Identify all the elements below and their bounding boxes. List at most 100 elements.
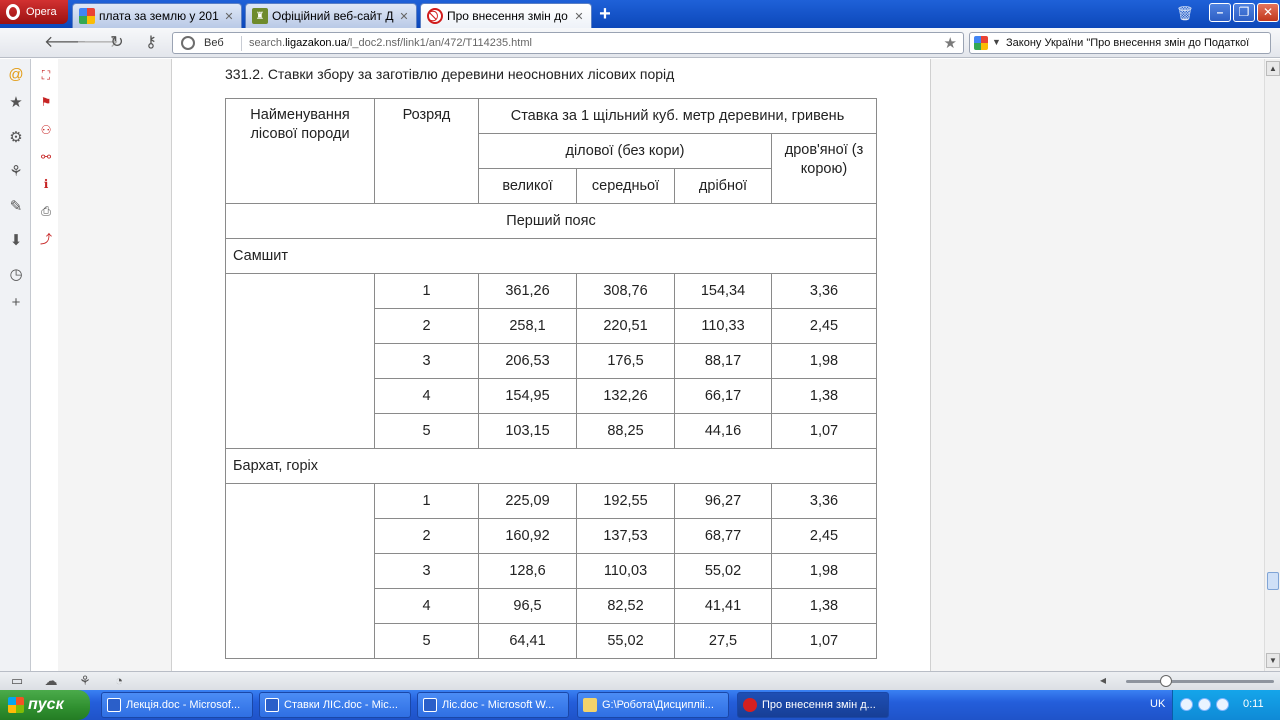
info-icon[interactable]: ℹ <box>38 176 54 192</box>
links-icon[interactable]: ⚯ <box>38 149 54 165</box>
address-separator <box>241 36 242 51</box>
mail-icon[interactable]: @ <box>7 65 25 83</box>
history-clock-icon[interactable]: ◷ <box>7 265 25 283</box>
network-icon[interactable] <box>1198 698 1211 711</box>
tab-title: плата за землю у 2012 ... <box>99 9 219 23</box>
cell-firewood: 1,98 <box>771 553 877 589</box>
cell-medium: 192,55 <box>576 483 675 519</box>
reload-button[interactable]: ↻ <box>107 34 127 52</box>
cell-firewood: 1,38 <box>771 378 877 414</box>
header-species: Найменування лісової породи <box>225 98 375 204</box>
cell-medium: 137,53 <box>576 518 675 554</box>
structure-icon[interactable]: ⚇ <box>38 122 54 138</box>
header-large: великої <box>478 168 577 204</box>
taskbar-item-lecture-doc[interactable]: Лекція.doc - Microsof... <box>101 692 253 718</box>
google-search-icon[interactable] <box>974 36 988 50</box>
species-group-0: Самшит 1 361,26 308,76 154,34 3,36 2 258,1 220,5… <box>225 238 877 449</box>
vertical-scrollbar[interactable]: ▲ ▼ <box>1264 59 1280 671</box>
cell-large: 160,92 <box>478 518 577 554</box>
cell-small: 88,17 <box>674 343 772 379</box>
cell-large: 206,53 <box>478 343 577 379</box>
zoom-slider[interactable] <box>1126 680 1274 683</box>
cell-firewood: 2,45 <box>771 308 877 344</box>
tab-close-icon[interactable]: ✕ <box>398 10 410 23</box>
taskbar-item-rates-doc[interactable]: Ставки ЛІС.doc - Mic... <box>259 692 411 718</box>
cell-grade: 2 <box>374 308 479 344</box>
table-row: 1 225,09 192,55 96,27 3,36 <box>225 483 877 659</box>
tab-official-site[interactable]: ♜ Офіційний веб-сайт Де... ✕ <box>245 3 417 28</box>
opera-icon <box>743 698 757 712</box>
cell-firewood: 1,07 <box>771 623 877 659</box>
species-row: Самшит <box>225 238 877 274</box>
start-button[interactable]: пуск <box>0 690 90 720</box>
tab-land-tax[interactable]: плата за землю у 2012 ... ✕ <box>72 3 242 28</box>
speed-dial-icon[interactable]: ◔ <box>111 673 127 689</box>
cell-medium: 132,26 <box>576 378 675 414</box>
forward-button[interactable]: 🡒 <box>76 34 119 52</box>
tab-amendments[interactable]: ⃠ Про внесення змін до П... ✕ <box>420 3 592 28</box>
species-blank-cell <box>225 483 375 659</box>
notes-icon[interactable]: ✎ <box>7 197 25 215</box>
taskbar-item-label: Ставки ЛІС.doc - Mic... <box>284 699 398 711</box>
taskbar-item-folder[interactable]: G:\Робота\Дисципліі... <box>577 692 729 718</box>
unite-icon[interactable]: ⚘ <box>7 162 25 180</box>
taskbar-item-forest-doc[interactable]: Ліс.doc - Microsoft W... <box>417 692 569 718</box>
maximize-button[interactable]: ❐ <box>1233 3 1255 22</box>
print-icon[interactable]: ⎙ <box>38 203 54 219</box>
blocked-favicon-icon: ⃠ <box>427 8 443 24</box>
url-text[interactable]: search.ligazakon.ua/l_doc2.nsf/link1/an/… <box>249 37 532 49</box>
bookmarks-icon[interactable]: ★ <box>7 93 25 111</box>
cell-medium: 176,5 <box>576 343 675 379</box>
header-business-timber: ділової (без кори) <box>478 133 772 169</box>
search-field[interactable]: ▼ Закону України "Про внесення змін до П… <box>969 32 1271 54</box>
cell-grade: 3 <box>374 553 479 589</box>
tab-close-icon[interactable]: ✕ <box>223 10 235 23</box>
turbo-cloud-icon[interactable]: ☁ <box>43 673 59 689</box>
downloads-icon[interactable]: ⬇ <box>7 231 25 249</box>
cell-grade: 4 <box>374 378 479 414</box>
search-engine-dropdown-icon[interactable]: ▼ <box>992 37 1001 47</box>
bookmark-doc-icon[interactable]: ⚑ <box>38 94 54 110</box>
tab-close-icon[interactable]: ✕ <box>573 10 585 23</box>
scroll-up-button[interactable]: ▲ <box>1266 61 1280 76</box>
scroll-thumb[interactable] <box>1267 572 1279 590</box>
header-small: дрібної <box>674 168 772 204</box>
settings-gear-icon[interactable]: ⚙ <box>7 128 25 146</box>
panel-toggle-icon[interactable]: ▭ <box>9 673 25 689</box>
table-row: 1 361,26 308,76 154,34 3,36 <box>225 273 877 449</box>
species-name: Бархат, горіх <box>225 448 877 484</box>
navigation-bar: 🡐 🡒 ↻ ⚷ Веб search.ligazakon.ua/l_doc2.n… <box>0 28 1280 58</box>
header-rate: Ставка за 1 щільний куб. метр деревини, … <box>478 98 877 134</box>
cell-firewood: 1,98 <box>771 343 877 379</box>
minimize-button[interactable]: – <box>1209 3 1231 22</box>
opera-menu-button[interactable]: Opera <box>0 0 68 24</box>
zoom-slider-knob[interactable] <box>1160 675 1172 687</box>
fullscreen-icon[interactable]: ⛶ <box>38 67 54 83</box>
unite-status-icon[interactable]: ⚘ <box>77 673 93 689</box>
url-path: /l_doc2.nsf/link1/an/472/T114235.html <box>346 37 532 49</box>
search-query-text[interactable]: Закону України "Про внесення змін до Под… <box>1006 37 1249 49</box>
taskbar-item-opera[interactable]: Про внесення змін д... <box>737 692 889 718</box>
taskbar-item-label: Ліс.doc - Microsoft W... <box>442 699 555 711</box>
language-indicator[interactable]: UK <box>1150 698 1165 710</box>
key-icon[interactable]: ⚷ <box>139 34 163 52</box>
cell-large: 361,26 <box>478 273 577 309</box>
volume-icon[interactable] <box>1216 698 1229 711</box>
opera-logo-icon <box>6 4 20 20</box>
back-button[interactable]: 🡐 <box>44 34 87 52</box>
trash-icon[interactable]: 🗑 <box>1176 5 1194 21</box>
close-window-button[interactable]: ✕ <box>1257 3 1279 22</box>
scroll-down-button[interactable]: ▼ <box>1266 653 1280 668</box>
cell-firewood: 1,38 <box>771 588 877 624</box>
cell-firewood: 2,45 <box>771 518 877 554</box>
word-doc-icon <box>265 698 279 712</box>
address-bar[interactable]: Веб search.ligazakon.ua/l_doc2.nsf/link1… <box>172 32 964 54</box>
new-tab-button[interactable]: + <box>594 4 616 25</box>
cell-small: 66,17 <box>674 378 772 414</box>
add-panel-icon[interactable]: + <box>7 293 25 311</box>
zoom-reset-icon[interactable]: ◂ <box>1100 673 1106 687</box>
share-icon[interactable]: ⤴ <box>38 230 54 246</box>
tray-arrow-icon[interactable] <box>1180 698 1193 711</box>
bookmark-star-icon[interactable]: ★ <box>944 34 957 52</box>
cell-small: 44,16 <box>674 413 772 449</box>
